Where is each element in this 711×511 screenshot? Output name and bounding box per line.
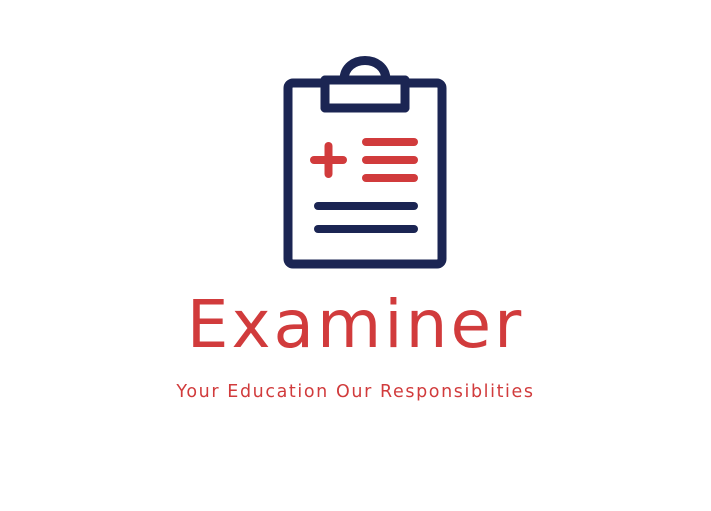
brand-tagline: Your Education Our Responsiblities [176,382,535,402]
logo: Examiner Your Education Our Responsiblit… [0,0,711,511]
brand-name: Examiner [186,286,525,363]
clipboard-icon [283,56,447,269]
